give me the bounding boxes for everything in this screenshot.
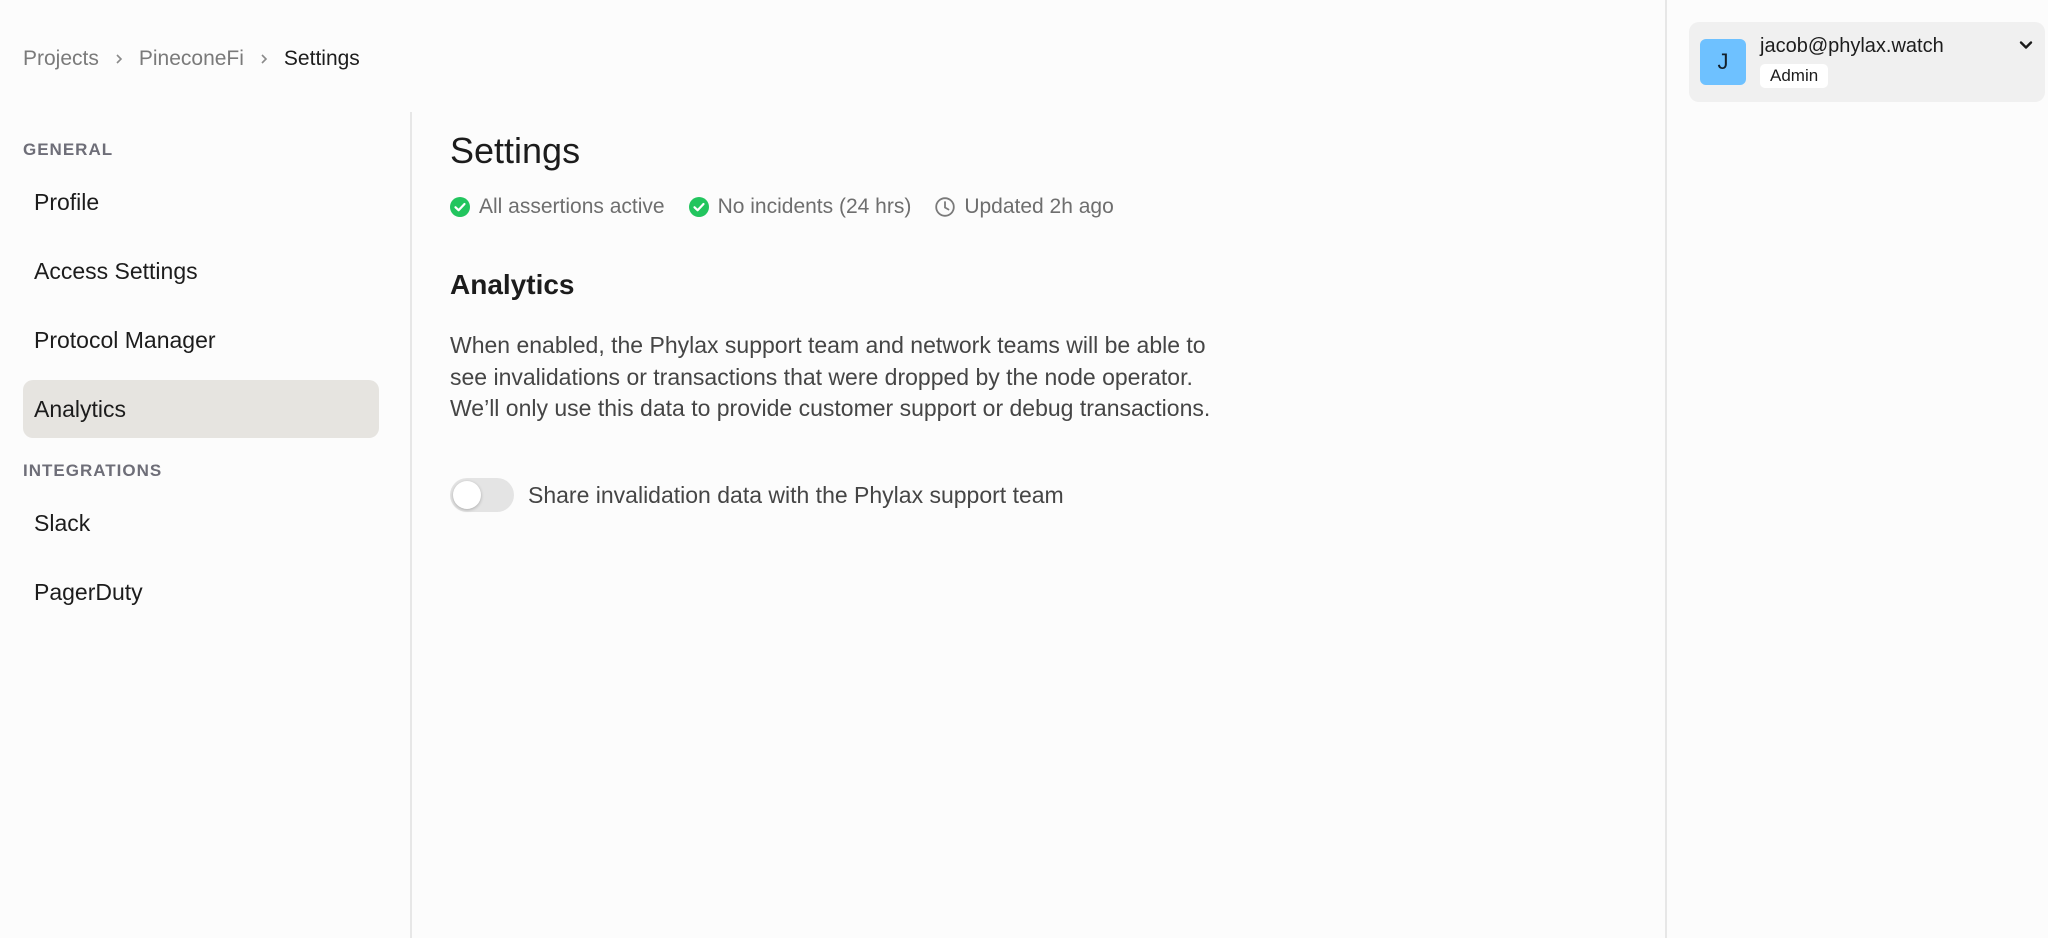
status-text: Updated 2h ago [964,195,1114,218]
sidebar-item-label: Access Settings [34,257,198,284]
section-label-general: GENERAL [23,140,114,159]
sidebar-item-protocol-manager[interactable]: Protocol Manager [23,311,379,369]
user-email: jacob@phylax.watch [1760,35,1944,57]
chevron-down-icon[interactable] [2017,36,2035,54]
sidebar-item-label: Protocol Manager [34,326,216,353]
toggle-knob [453,481,481,509]
sidebar-item-label: Profile [34,188,100,215]
sidebar-item-access-settings[interactable]: Access Settings [23,242,379,300]
toggle-label: Share invalidation data with the Phylax … [528,481,1064,508]
status-text: All assertions active [479,195,665,218]
chevron-right-icon [99,53,139,65]
sidebar-item-label: Analytics [34,395,127,422]
check-circle-icon [450,197,470,217]
sidebar-item-pagerduty[interactable]: PagerDuty [23,563,379,621]
role-badge: Admin [1760,64,1829,88]
analytics-description: When enabled, the Phylax support team an… [450,332,1211,421]
share-data-toggle[interactable] [450,478,514,512]
breadcrumb-project[interactable]: PineconeFi [139,47,244,71]
page-title: Settings [450,130,581,171]
sidebar-item-label: PagerDuty [34,578,143,605]
share-data-setting: Share invalidation data with the Phylax … [450,478,1064,512]
check-circle-icon [688,197,709,217]
status-row: All assertions active No incidents (24 h… [450,192,1138,222]
clock-icon [935,197,956,217]
breadcrumb-projects[interactable]: Projects [23,47,99,71]
sidebar-item-analytics[interactable]: Analytics [23,380,379,438]
breadcrumb: Projects PineconeFi Settings [23,44,360,74]
status-updated: Updated 2h ago [935,195,1114,219]
section-title: Analytics [450,269,575,300]
app-root: Projects PineconeFi Settings GENERAL Pro… [0,0,2048,938]
settings-sidebar: GENERAL Profile Access Settings Protocol… [0,112,412,938]
section-label-integrations: INTEGRATIONS [23,461,163,480]
sidebar-item-slack[interactable]: Slack [23,494,379,552]
status-assertions: All assertions active [450,195,665,219]
sidebar-item-profile[interactable]: Profile [23,173,379,231]
avatar: J [1700,39,1746,85]
chevron-right-icon [244,53,284,65]
right-panel: J jacob@phylax.watch Admin [1665,0,2048,938]
user-menu[interactable]: J jacob@phylax.watch Admin [1689,22,2045,102]
status-incidents: No incidents (24 hrs) [688,195,912,219]
sidebar-item-label: Slack [34,509,91,536]
status-text: No incidents (24 hrs) [717,195,912,218]
breadcrumb-current: Settings [283,47,360,70]
